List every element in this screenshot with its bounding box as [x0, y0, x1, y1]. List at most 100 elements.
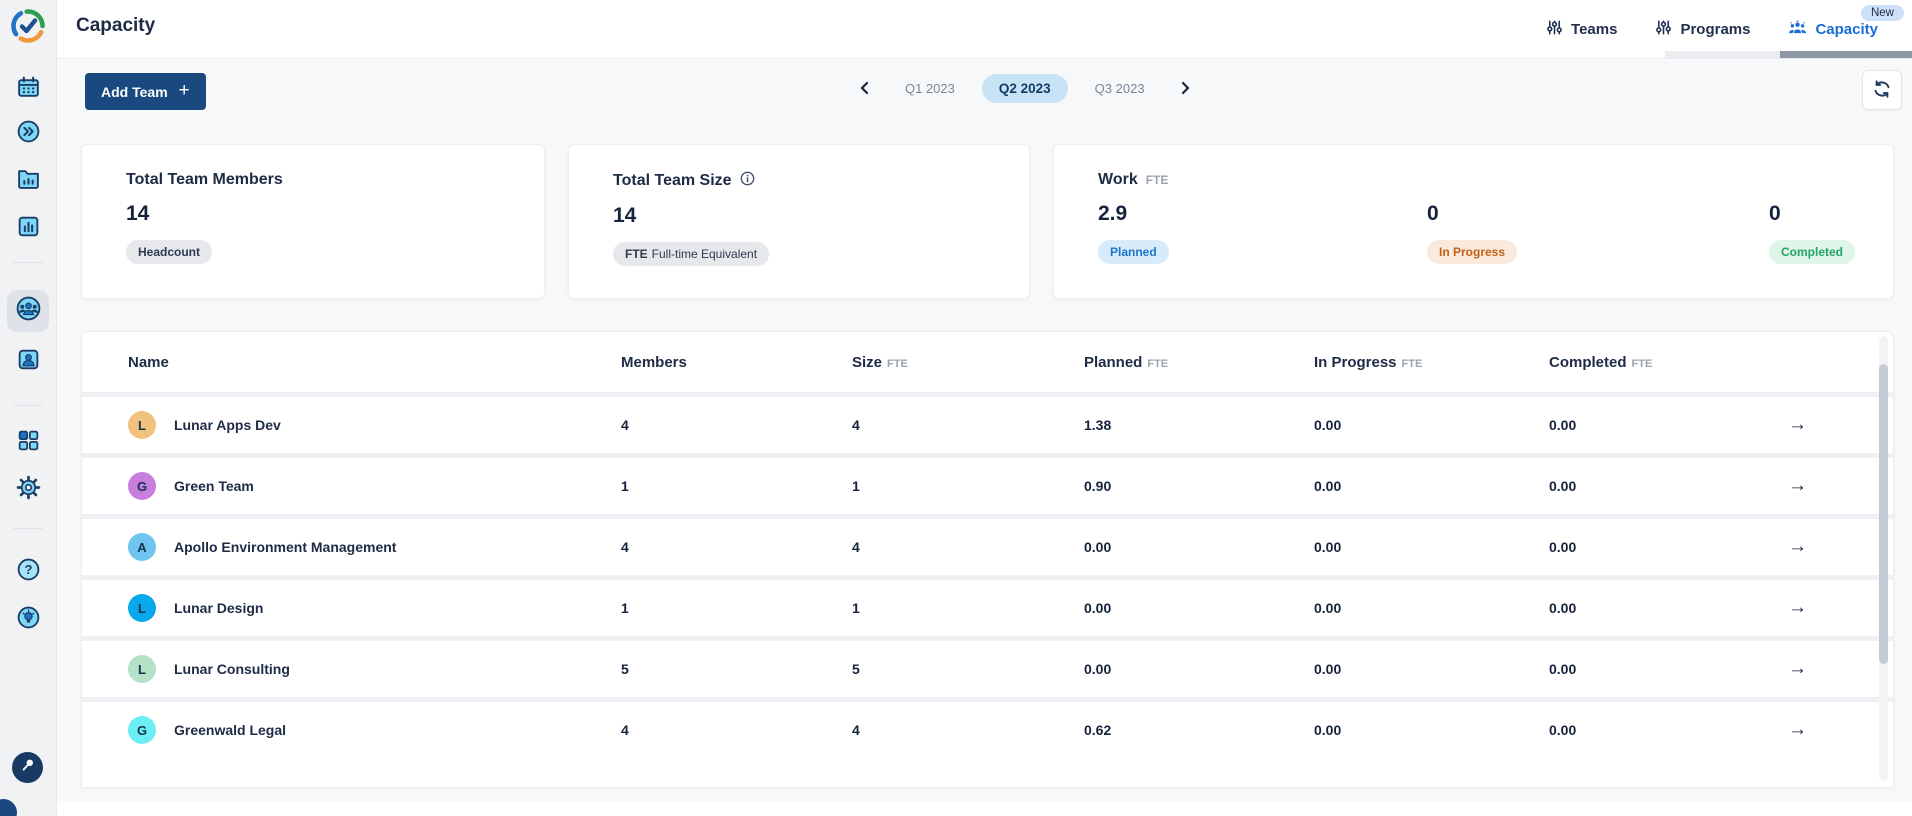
- tab-label: Programs: [1680, 21, 1750, 38]
- page-title: Capacity: [76, 15, 155, 37]
- planned-pill: Planned: [1098, 240, 1169, 264]
- column-in-progress: In ProgressFTE: [1314, 354, 1549, 371]
- help-icon: ?: [16, 557, 41, 587]
- planned-value: 0.90: [1084, 478, 1314, 494]
- team-avatar: L: [128, 655, 156, 683]
- completed-stat: 0 Completed: [1769, 202, 1873, 264]
- table-row[interactable]: L Lunar Consulting 5 5 0.00 0.00 0.00 →: [82, 636, 1893, 697]
- planned-value: 1.38: [1084, 417, 1314, 433]
- quarter-navigation: Q1 2023 Q2 2023 Q3 2023: [852, 59, 1198, 117]
- completed-value: 0.00: [1549, 600, 1787, 616]
- previous-quarter-button[interactable]: [852, 75, 878, 101]
- table-row[interactable]: L Lunar Design 1 1 0.00 0.00 0.00 →: [82, 575, 1893, 636]
- team-cell: L Lunar Apps Dev: [128, 411, 621, 439]
- team-avatar: G: [128, 472, 156, 500]
- work-card: Work FTE 2.9 Planned 0 In Progress 0 Com…: [1053, 144, 1894, 299]
- main-area: Capacity Teams Programs Capacity New: [57, 0, 1912, 816]
- in-progress-value: 0.00: [1314, 417, 1549, 433]
- completed-value: 0.00: [1549, 661, 1787, 677]
- size-value: 4: [852, 722, 1084, 738]
- team-cell: L Lunar Consulting: [128, 655, 621, 683]
- sidebar: ?: [0, 0, 57, 816]
- quarter-q3-2023[interactable]: Q3 2023: [1095, 81, 1145, 96]
- team-cell: A Apollo Environment Management: [128, 533, 621, 561]
- svg-text:?: ?: [24, 562, 32, 577]
- tab-programs[interactable]: Programs: [1655, 19, 1750, 40]
- in-progress-stat: 0 In Progress: [1427, 202, 1769, 264]
- in-progress-value: 0.00: [1314, 539, 1549, 555]
- pin-icon: [20, 757, 36, 778]
- vertical-scrollbar-thumb[interactable]: [1879, 364, 1888, 664]
- sidebar-item-members[interactable]: [8, 342, 48, 382]
- sidebar-item-ideas[interactable]: [8, 600, 48, 640]
- sidebar-item-settings[interactable]: [8, 470, 48, 510]
- info-icon[interactable]: [740, 171, 755, 191]
- refresh-button[interactable]: [1862, 70, 1902, 110]
- total-size-card: Total Team Size 14 FTEFull-time Equivale…: [568, 144, 1030, 299]
- tab-teams[interactable]: Teams: [1546, 19, 1617, 40]
- column-size: SizeFTE: [852, 354, 1084, 371]
- capacity-page: ? Capacity Teams Programs: [0, 0, 1912, 816]
- quarter-q2-2023-selected[interactable]: Q2 2023: [982, 74, 1068, 103]
- table-row[interactable]: G Green Team 1 1 0.90 0.00 0.00 →: [82, 453, 1893, 514]
- pin-sidebar-button[interactable]: [12, 752, 43, 783]
- completed-value: 0.00: [1549, 417, 1787, 433]
- sidebar-item-expand[interactable]: [8, 114, 48, 154]
- avatar-initial: L: [138, 662, 146, 677]
- fte-unit-label: FTE: [1146, 173, 1169, 187]
- team-avatar: G: [128, 716, 156, 744]
- in-progress-pill: In Progress: [1427, 240, 1517, 264]
- size-value: 4: [852, 539, 1084, 555]
- card-title: Total Team Size: [613, 171, 1009, 191]
- table-row[interactable]: A Apollo Environment Management 4 4 0.00…: [82, 514, 1893, 575]
- avatar-initial: L: [138, 601, 146, 616]
- table-row[interactable]: G Greenwald Legal 4 4 0.62 0.00 0.00 →: [82, 697, 1893, 758]
- team-avatar: A: [128, 533, 156, 561]
- teams-globe-icon: [15, 295, 42, 327]
- sidebar-item-apps[interactable]: [8, 423, 48, 463]
- members-value: 4: [621, 539, 852, 555]
- add-team-label: Add Team: [101, 84, 168, 100]
- completed-value: 0.00: [1549, 722, 1787, 738]
- sliders-icon: [1655, 19, 1672, 40]
- horizontal-scrollbar: [1665, 51, 1912, 58]
- total-members-card: Total Team Members 14 Headcount: [81, 144, 545, 299]
- open-team-arrow-icon[interactable]: →: [1788, 536, 1807, 557]
- sidebar-item-reports[interactable]: [8, 209, 48, 249]
- arrow-cell: →: [1787, 475, 1893, 497]
- app-logo-icon[interactable]: [9, 7, 47, 50]
- quarter-q1-2023[interactable]: Q1 2023: [905, 81, 955, 96]
- open-team-arrow-icon[interactable]: →: [1788, 475, 1807, 496]
- sidebar-item-help[interactable]: ?: [8, 552, 48, 592]
- size-value: 1: [852, 600, 1084, 616]
- open-team-arrow-icon[interactable]: →: [1788, 719, 1807, 740]
- planned-value: 0.00: [1084, 661, 1314, 677]
- sidebar-item-calendar[interactable]: [8, 70, 48, 110]
- arrow-cell: →: [1787, 719, 1893, 741]
- add-team-button[interactable]: Add Team +: [85, 73, 206, 110]
- sidebar-item-capacity[interactable]: [7, 290, 49, 332]
- work-stats: 2.9 Planned 0 In Progress 0 Completed: [1098, 202, 1873, 264]
- corner-button-partial: [0, 799, 17, 816]
- column-completed: CompletedFTE: [1549, 354, 1787, 371]
- open-team-arrow-icon[interactable]: →: [1788, 597, 1807, 618]
- planned-value: 0.00: [1084, 600, 1314, 616]
- in-progress-value: 0.00: [1314, 661, 1549, 677]
- open-team-arrow-icon[interactable]: →: [1788, 658, 1807, 679]
- people-icon: [1788, 20, 1807, 39]
- team-name: Greenwald Legal: [174, 722, 286, 738]
- card-title: Total Team Members: [126, 171, 524, 189]
- sidebar-divider: [13, 405, 43, 406]
- horizontal-scrollbar-thumb[interactable]: [1780, 51, 1912, 58]
- avatar-initial: L: [138, 418, 146, 433]
- table-row[interactable]: L Lunar Apps Dev 4 4 1.38 0.00 0.00 →: [82, 392, 1893, 453]
- open-team-arrow-icon[interactable]: →: [1788, 414, 1807, 435]
- total-members-value: 14: [126, 202, 524, 226]
- members-value: 4: [621, 722, 852, 738]
- chevrons-circle-icon: [16, 119, 41, 149]
- in-progress-value: 0.00: [1314, 478, 1549, 494]
- sidebar-item-portfolios[interactable]: [8, 161, 48, 201]
- completed-value: 0.00: [1549, 478, 1787, 494]
- next-quarter-button[interactable]: [1172, 75, 1198, 101]
- tab-capacity[interactable]: Capacity: [1788, 20, 1878, 39]
